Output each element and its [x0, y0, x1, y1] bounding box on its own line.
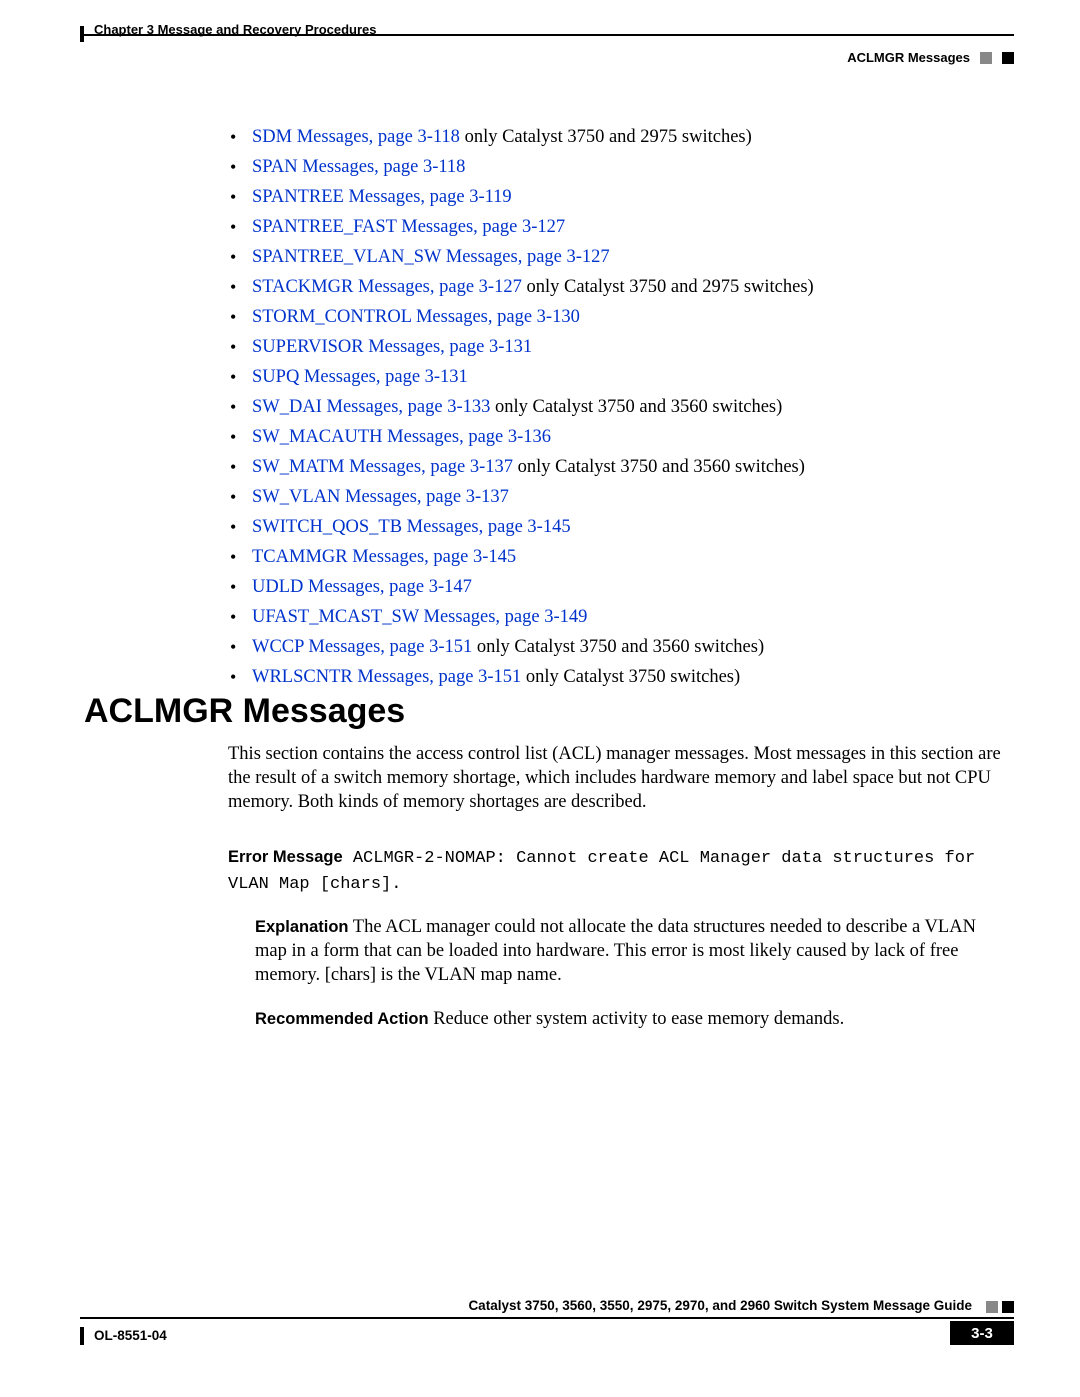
toc-link[interactable]: SUPQ Messages, page 3-131	[252, 367, 468, 387]
toc-link[interactable]: TCAMMGR Messages, page 3-145	[252, 547, 516, 567]
toc-link[interactable]: SPAN Messages, page 3-118	[252, 157, 465, 177]
toc-item: WCCP Messages, page 3-151 only Catalyst …	[230, 632, 984, 662]
toc-item: SW_DAI Messages, page 3-133 only Catalys…	[230, 392, 984, 422]
toc-link[interactable]: SDM Messages, page 3-118	[252, 127, 460, 147]
toc-extra-text: only Catalyst 3750 and 2975 switches)	[460, 127, 752, 147]
toc-list: SDM Messages, page 3-118 only Catalyst 3…	[230, 122, 984, 692]
toc-item: SPANTREE_VLAN_SW Messages, page 3-127	[230, 242, 984, 272]
toc-link[interactable]: SPANTREE_FAST Messages, page 3-127	[252, 217, 565, 237]
explanation-text: The ACL manager could not allocate the d…	[255, 917, 976, 985]
toc-item: SW_VLAN Messages, page 3-137	[230, 482, 984, 512]
toc-link[interactable]: STORM_CONTROL Messages, page 3-130	[252, 307, 580, 327]
page-content: Chapter 3 Message and Recovery Procedure…	[80, 22, 1014, 1357]
footer-left-bar	[80, 1327, 84, 1345]
toc-item: SDM Messages, page 3-118 only Catalyst 3…	[230, 122, 984, 152]
toc-extra-text: only Catalyst 3750 switches)	[521, 667, 740, 687]
toc-link[interactable]: SW_MATM Messages, page 3-137	[252, 457, 513, 477]
toc-item: SPAN Messages, page 3-118	[230, 152, 984, 182]
toc-extra-text: only Catalyst 3750 and 3560 switches)	[513, 457, 805, 477]
toc-extra-text: only Catalyst 3750 and 3560 switches)	[472, 637, 764, 657]
toc-link[interactable]: SW_DAI Messages, page 3-133	[252, 397, 490, 417]
header-section-label: ACLMGR Messages	[847, 50, 970, 65]
toc-extra-text: only Catalyst 3750 and 2975 switches)	[522, 277, 814, 297]
explanation-label: Explanation	[255, 918, 349, 936]
toc-item: TCAMMGR Messages, page 3-145	[230, 542, 984, 572]
section-intro: This section contains the access control…	[228, 742, 1004, 814]
footer-doc-id: OL-8551-04	[94, 1328, 167, 1343]
toc-link[interactable]: SW_MACAUTH Messages, page 3-136	[252, 427, 551, 447]
toc-item: SUPERVISOR Messages, page 3-131	[230, 332, 984, 362]
toc-item: STACKMGR Messages, page 3-127 only Catal…	[230, 272, 984, 302]
error-message-block: Error Message ACLMGR-2-NOMAP: Cannot cre…	[228, 845, 1004, 897]
toc-item: SW_MACAUTH Messages, page 3-136	[230, 422, 984, 452]
explanation-block: Explanation The ACL manager could not al…	[255, 915, 994, 987]
footer-page-number: 3-3	[950, 1321, 1014, 1345]
toc-link[interactable]: SW_VLAN Messages, page 3-137	[252, 487, 509, 507]
recommended-action-block: Recommended Action Reduce other system a…	[255, 1007, 994, 1031]
footer-square-mid-icon	[986, 1301, 998, 1313]
toc-link[interactable]: SPANTREE Messages, page 3-119	[252, 187, 512, 207]
header-section-row: ACLMGR Messages	[847, 50, 1014, 65]
footer-book-title: Catalyst 3750, 3560, 3550, 2975, 2970, a…	[468, 1298, 972, 1313]
toc-extra-text: only Catalyst 3750 and 3560 switches)	[490, 397, 782, 417]
header-square-mid-icon	[980, 52, 992, 64]
section-heading: ACLMGR Messages	[84, 692, 405, 731]
error-message-label: Error Message	[228, 848, 343, 866]
toc-item: WRLSCNTR Messages, page 3-151 only Catal…	[230, 662, 984, 692]
toc-item: UFAST_MCAST_SW Messages, page 3-149	[230, 602, 984, 632]
toc-item: SUPQ Messages, page 3-131	[230, 362, 984, 392]
toc-item: UDLD Messages, page 3-147	[230, 572, 984, 602]
toc-link[interactable]: SWITCH_QOS_TB Messages, page 3-145	[252, 517, 571, 537]
toc-link[interactable]: SPANTREE_VLAN_SW Messages, page 3-127	[252, 247, 610, 267]
toc-link[interactable]: WRLSCNTR Messages, page 3-151	[252, 667, 521, 687]
toc-item: SW_MATM Messages, page 3-137 only Cataly…	[230, 452, 984, 482]
toc-item: STORM_CONTROL Messages, page 3-130	[230, 302, 984, 332]
toc-link[interactable]: UFAST_MCAST_SW Messages, page 3-149	[252, 607, 587, 627]
toc-link[interactable]: UDLD Messages, page 3-147	[252, 577, 472, 597]
toc-item: SWITCH_QOS_TB Messages, page 3-145	[230, 512, 984, 542]
toc-item: SPANTREE Messages, page 3-119	[230, 182, 984, 212]
toc-link[interactable]: WCCP Messages, page 3-151	[252, 637, 472, 657]
toc-item: SPANTREE_FAST Messages, page 3-127	[230, 212, 984, 242]
toc-link[interactable]: STACKMGR Messages, page 3-127	[252, 277, 522, 297]
header-square-dark-icon	[1002, 52, 1014, 64]
recommended-action-label: Recommended Action	[255, 1010, 429, 1028]
header-chapter: Chapter 3 Message and Recovery Procedure…	[94, 22, 377, 37]
recommended-action-text: Reduce other system activity to ease mem…	[429, 1009, 845, 1029]
footer-square-dark-icon	[1002, 1301, 1014, 1313]
toc-link[interactable]: SUPERVISOR Messages, page 3-131	[252, 337, 532, 357]
footer-rule	[80, 1317, 1014, 1319]
